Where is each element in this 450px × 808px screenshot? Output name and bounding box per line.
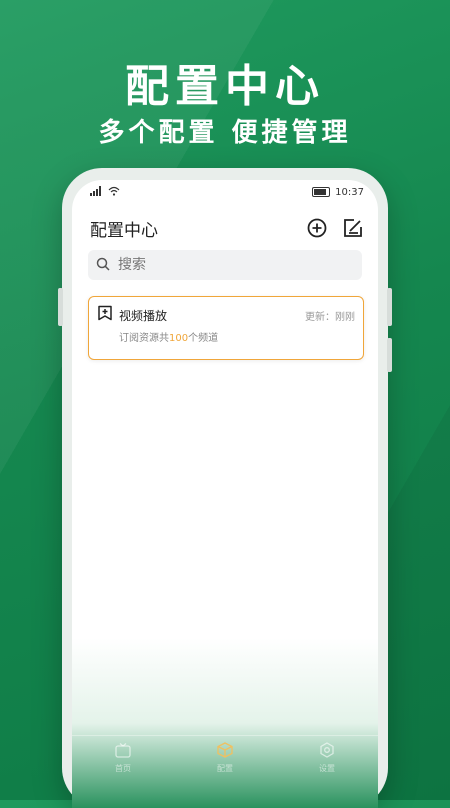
desc-prefix: 订阅资源共 xyxy=(119,333,169,344)
tab-label: 配置 xyxy=(217,764,233,773)
tab-config[interactable]: 配置 xyxy=(217,742,233,774)
bookmark-add-icon xyxy=(97,305,113,325)
status-time: 10:37 xyxy=(335,186,364,198)
tab-settings[interactable]: 设置 xyxy=(319,742,335,774)
power-button xyxy=(387,288,392,326)
page-title: 配置中心 xyxy=(90,220,158,241)
tab-home[interactable]: 首页 xyxy=(115,742,131,774)
volume-button xyxy=(58,288,63,326)
gear-icon xyxy=(319,742,335,760)
bottom-fade-overlay xyxy=(72,638,378,808)
side-button xyxy=(387,338,392,372)
channel-count: 100 xyxy=(169,333,189,344)
desc-suffix: 个频道 xyxy=(188,333,219,344)
tv-icon xyxy=(115,742,131,760)
update-time: 更新：刚刚 xyxy=(305,311,355,323)
add-circle-icon[interactable] xyxy=(306,217,328,239)
app-header: 配置中心 xyxy=(72,210,378,246)
config-card[interactable]: 视频播放 更新：刚刚 订阅资源共100个频道 xyxy=(88,296,364,360)
cube-icon xyxy=(217,742,233,760)
search-input[interactable] xyxy=(116,256,320,274)
bottom-tab-bar: 首页 配置 设置 xyxy=(72,735,378,780)
battery-icon xyxy=(312,187,331,197)
phone-screen: 10:37 配置中心 搜索 视频播放 更新：刚刚 订阅资源共100个频道 首页 … xyxy=(72,180,378,808)
edit-icon[interactable] xyxy=(342,217,364,239)
search-icon xyxy=(96,256,110,275)
search-bar[interactable] xyxy=(88,250,362,280)
status-bar: 10:37 xyxy=(72,180,378,204)
promo-subline: 多个配置 便捷管理 xyxy=(98,118,352,148)
config-description: 订阅资源共100个频道 xyxy=(119,329,218,344)
tab-label: 设置 xyxy=(319,764,335,773)
config-name: 视频播放 xyxy=(119,308,168,323)
signal-icon xyxy=(90,185,104,199)
wifi-icon xyxy=(108,186,120,199)
promo-headline: 配置中心 xyxy=(125,61,325,112)
phone-frame: 10:37 配置中心 搜索 视频播放 更新：刚刚 订阅资源共100个频道 首页 … xyxy=(58,168,392,808)
tab-label: 首页 xyxy=(115,763,131,773)
